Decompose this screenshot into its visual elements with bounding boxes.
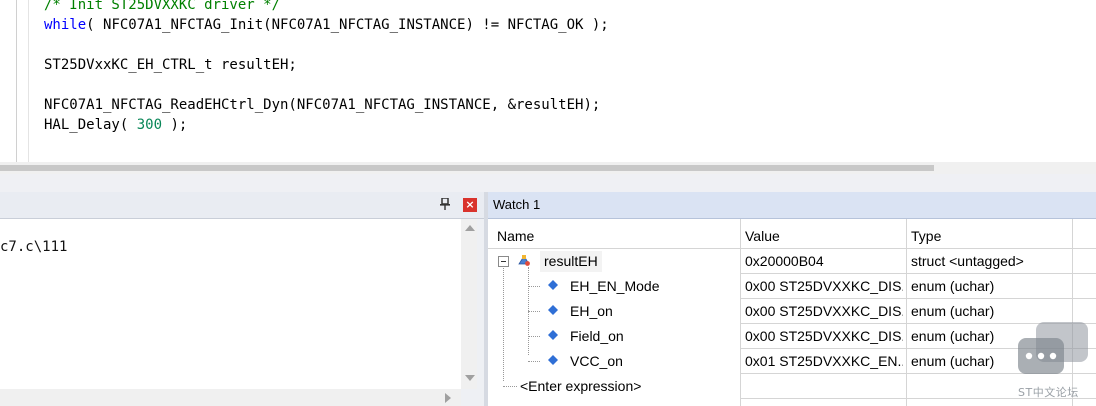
field-icon — [548, 330, 558, 340]
editor-horizontal-scrollbar[interactable] — [0, 162, 1096, 174]
scroll-down-arrow-icon[interactable] — [465, 375, 475, 381]
tree-connector — [503, 386, 517, 387]
code-line-3[interactable]: ST25DVxxKC_EH_CTRL_t resultEH; — [44, 56, 297, 74]
code-text: ST25DVxxKC_EH_CTRL_t resultEH; — [44, 57, 297, 73]
code-line-5[interactable]: HAL_Delay( 300 ); — [44, 116, 187, 134]
watch-item-value[interactable]: 0x20000B04 — [745, 249, 903, 274]
pane-splitter[interactable] — [0, 174, 1096, 192]
scroll-up-arrow-icon[interactable] — [465, 225, 475, 231]
field-icon — [548, 355, 558, 365]
column-header-type[interactable]: Type — [911, 224, 1071, 249]
output-horizontal-scrollbar[interactable] — [0, 389, 461, 406]
watch-row-Field_on[interactable]: Field_on 0x00 ST25DVXXKC_DIS... enum (uc… — [488, 324, 1096, 349]
watch-item-type: struct <untagged> — [911, 253, 1024, 269]
code-line-2[interactable]: while( NFC07A1_NFCTAG_Init(NFC07A1_NFCTA… — [44, 16, 609, 34]
field-icon — [548, 305, 558, 315]
editor-gutter-border — [28, 0, 29, 162]
watermark-text: ST中文论坛 — [1018, 386, 1079, 399]
watch-header-row: Name Value Type — [488, 224, 1096, 249]
watch-item-value[interactable]: 0x00 ST25DVXXKC_DIS... — [745, 274, 903, 299]
scrollbar-thumb[interactable] — [0, 165, 934, 171]
watch-panel: Watch 1 Name Value Type resultEH 0x20000… — [488, 192, 1096, 406]
code-text: ( NFC07A1_NFCTAG_Init(NFC07A1_NFCTAG_INS… — [86, 17, 609, 33]
watch-grid: Name Value Type resultEH 0x20000B04 stru… — [488, 219, 1096, 406]
watch-row-EH_on[interactable]: EH_on 0x00 ST25DVXXKC_DIS... enum (uchar… — [488, 299, 1096, 324]
watch-item-name: EH_EN_Mode — [570, 278, 660, 294]
watch-row-EH_EN_Mode[interactable]: EH_EN_Mode 0x00 ST25DVXXKC_DIS... enum (… — [488, 274, 1096, 299]
field-icon — [548, 280, 558, 290]
tree-connector — [528, 361, 540, 362]
output-panel: × c7.c\111 — [0, 192, 484, 406]
watch-row-VCC_on[interactable]: VCC_on 0x01 ST25DVXXKC_EN... enum (uchar… — [488, 349, 1096, 374]
watch-item-value[interactable]: 0x01 ST25DVXXKC_EN... — [745, 349, 903, 374]
output-vertical-scrollbar[interactable] — [461, 219, 477, 389]
struct-icon — [518, 255, 530, 266]
watch-item-name: VCC_on — [570, 353, 623, 369]
code-line-4[interactable]: NFC07A1_NFCTAG_ReadEHCtrl_Dyn(NFC07A1_NF… — [44, 96, 600, 114]
output-content: c7.c\111 — [0, 219, 461, 389]
close-icon[interactable]: × — [463, 198, 477, 212]
tree-connector — [528, 336, 540, 337]
watch-titlebar: Watch 1 — [488, 192, 1096, 219]
scroll-right-arrow-icon[interactable] — [445, 393, 451, 403]
code-editor[interactable]: /* Init ST25DVXXKC driver */ while( NFC0… — [0, 0, 1096, 162]
enter-expression-input[interactable]: <Enter expression> — [520, 374, 641, 399]
output-panel-titlebar: × — [0, 192, 484, 219]
watch-item-value[interactable]: 0x00 ST25DVXXKC_DIS... — [745, 324, 903, 349]
code-number: 300 — [136, 117, 163, 133]
code-text: NFC07A1_NFCTAG_ReadEHCtrl_Dyn(NFC07A1_NF… — [44, 97, 601, 113]
watch-item-type: enum (uchar) — [911, 278, 995, 294]
watch-row-enter-expression[interactable]: <Enter expression> — [488, 374, 1096, 399]
watch-item-value[interactable]: 0x00 ST25DVXXKC_DIS... — [745, 299, 903, 324]
code-comment: /* Init ST25DVXXKC driver */ — [44, 0, 281, 13]
editor-gutter — [16, 0, 17, 162]
column-header-name[interactable]: Name — [497, 224, 534, 249]
column-header-value[interactable]: Value — [745, 224, 903, 249]
code-line-1[interactable]: /* Init ST25DVXXKC driver */ — [44, 0, 280, 14]
watch-item-name: EH_on — [570, 303, 613, 319]
watch-item-name: resultEH — [540, 251, 602, 272]
pin-icon[interactable] — [440, 197, 450, 213]
tree-connector — [528, 286, 540, 287]
tree-connector — [528, 311, 540, 312]
output-text: c7.c\111 — [0, 239, 68, 255]
watch-row-resultEH[interactable]: resultEH 0x20000B04 struct <untagged> — [488, 249, 1096, 274]
code-keyword-while: while — [44, 17, 87, 33]
code-text: HAL_Delay( — [44, 117, 137, 133]
watch-item-name: Field_on — [570, 328, 624, 344]
collapse-toggle-icon[interactable] — [498, 256, 509, 267]
watch-title: Watch 1 — [493, 197, 541, 212]
code-text: ); — [162, 117, 188, 133]
